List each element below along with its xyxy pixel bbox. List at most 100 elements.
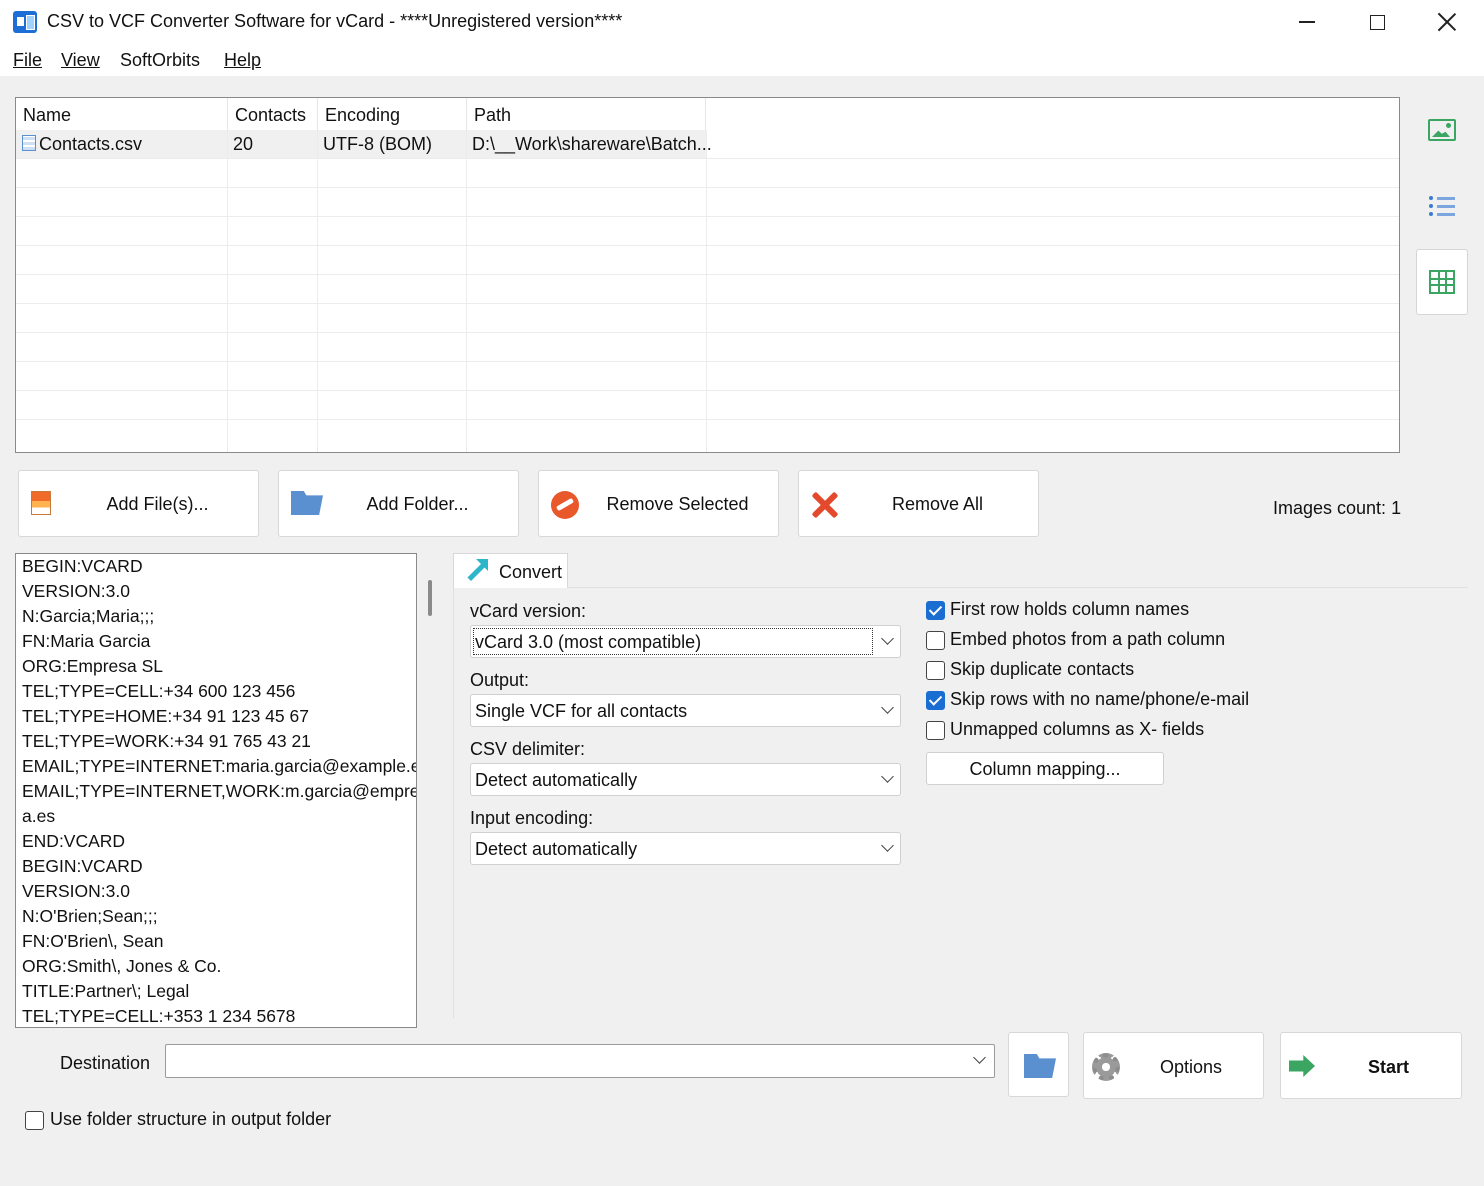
output-value: Single VCF for all contacts (475, 701, 688, 721)
preview-line: TEL;TYPE=CELL:+353 1 234 5678 (22, 1006, 296, 1026)
menu-bar: File View SoftOrbits Help (0, 44, 1484, 76)
vcard-version-select[interactable]: vCard 3.0 (most compatible) (470, 625, 901, 658)
column-header-name[interactable]: Name (16, 98, 228, 130)
remove-all-label: Remove All (891, 494, 984, 514)
tab-convert[interactable]: Convert (453, 553, 568, 588)
chevron-down-icon (881, 701, 894, 714)
table-view-icon (1429, 270, 1455, 294)
add-files-label: Add File(s)... (106, 494, 209, 514)
remove-all-button[interactable]: Remove All (798, 470, 1039, 537)
chevron-down-icon (881, 839, 894, 852)
column-header-path[interactable]: Path (467, 98, 706, 130)
grid-divider (16, 245, 1399, 246)
input-encoding-select[interactable]: Detect automatically (470, 832, 901, 865)
checkbox-unchecked[interactable] (926, 661, 945, 680)
grid-divider (317, 130, 318, 452)
gear-icon (1092, 1053, 1120, 1081)
preview-line: FN:Maria Garcia (22, 631, 151, 651)
preview-line: BEGIN:VCARD (22, 856, 143, 876)
preview-line: EMAIL;TYPE=INTERNET,WORK:m.garcia@empres (22, 781, 417, 801)
table-view-button[interactable] (1416, 249, 1468, 315)
file-list-header: Name Contacts Encoding Path (16, 98, 1399, 130)
vcard-preview[interactable]: BEGIN:VCARD VERSION:3.0 N:Garcia;Maria;;… (15, 553, 417, 1028)
input-encoding-label: Input encoding: (470, 808, 594, 828)
convert-icon (464, 559, 488, 583)
thumbnail-view-button[interactable] (1416, 97, 1468, 163)
preview-line: a.es (22, 806, 56, 826)
file-encoding: UTF-8 (BOM) (323, 134, 432, 154)
window-title: CSV to VCF Converter Software for vCard … (47, 11, 623, 31)
grid-divider (16, 158, 1399, 159)
list-view-button[interactable] (1416, 173, 1468, 239)
preview-line: FN:O'Brien\, Sean (22, 931, 164, 951)
grid-divider (16, 390, 1399, 391)
grid-divider (16, 187, 1399, 188)
checkbox-label: Use folder structure in output folder (50, 1109, 332, 1129)
preview-line: TEL;TYPE=WORK:+34 91 765 43 21 (22, 731, 311, 751)
menu-view-text: View (61, 50, 100, 70)
checkbox-unchecked[interactable] (926, 721, 945, 740)
checkbox-checked[interactable] (926, 691, 945, 710)
column-mapping-button[interactable]: Column mapping... (926, 752, 1164, 785)
grid-divider (16, 303, 1399, 304)
list-view-icon (1429, 195, 1455, 217)
preview-line: VERSION:3.0 (22, 881, 130, 901)
grid-divider (16, 216, 1399, 217)
start-label: Start (1368, 1057, 1410, 1077)
preview-line: BEGIN:VCARD (22, 556, 143, 576)
csv-delimiter-value: Detect automatically (475, 770, 638, 790)
destination-label: Destination (60, 1053, 151, 1073)
add-files-button[interactable]: Add File(s)... (18, 470, 259, 537)
checkbox-label: First row holds column names (950, 599, 1190, 619)
file-row[interactable]: Contacts.csv 20 UTF-8 (BOM) D:\__Work\sh… (16, 130, 712, 158)
remove-selected-button[interactable]: Remove Selected (538, 470, 779, 537)
file-name: Contacts.csv (39, 134, 143, 154)
preview-line: TITLE:Partner\; Legal (22, 981, 190, 1001)
maximize-icon (1369, 14, 1385, 30)
folder-open-icon (1024, 1054, 1056, 1078)
grid-divider (16, 332, 1399, 333)
grid-divider (706, 130, 707, 452)
file-list[interactable]: Name Contacts Encoding Path Contacts.csv… (15, 97, 1400, 453)
checkbox-label: Skip rows with no name/phone/e-mail (950, 689, 1250, 709)
close-button[interactable] (1412, 0, 1482, 44)
preview-line: ORG:Empresa SL (22, 656, 164, 676)
preview-line: VERSION:3.0 (22, 581, 130, 601)
checkbox-unchecked[interactable] (25, 1111, 44, 1130)
remove-selected-label: Remove Selected (606, 494, 749, 514)
destination-combobox[interactable] (165, 1044, 995, 1078)
csv-delimiter-select[interactable]: Detect automatically (470, 763, 901, 796)
close-icon (1438, 13, 1456, 31)
minimize-button[interactable] (1272, 0, 1342, 44)
chevron-down-icon[interactable] (973, 1051, 986, 1064)
options-label: Options (1160, 1057, 1223, 1077)
options-button[interactable]: Options (1083, 1032, 1264, 1099)
menu-help[interactable]: Help (224, 50, 261, 71)
start-arrow-icon (1289, 1055, 1315, 1077)
menu-softorbits[interactable]: SoftOrbits (120, 50, 200, 71)
start-button[interactable]: Start (1280, 1032, 1462, 1099)
add-folder-button[interactable]: Add Folder... (278, 470, 519, 537)
input-encoding-value: Detect automatically (475, 839, 638, 859)
menu-file[interactable]: File (13, 50, 42, 71)
browse-destination-button[interactable] (1008, 1032, 1069, 1097)
menu-view[interactable]: View (61, 50, 100, 71)
preview-line: EMAIL;TYPE=INTERNET:maria.garcia@example… (22, 756, 417, 776)
tab-convert-label: Convert (499, 562, 563, 582)
column-header-contacts[interactable]: Contacts (228, 98, 318, 130)
column-header-encoding[interactable]: Encoding (318, 98, 467, 130)
vcard-version-value: vCard 3.0 (most compatible) (475, 632, 702, 652)
grid-divider (466, 130, 467, 452)
checkbox-label: Unmapped columns as X- fields (950, 719, 1205, 739)
checkbox-checked[interactable] (926, 601, 945, 620)
add-folder-label: Add Folder... (366, 494, 469, 514)
preview-line: N:O'Brien;Sean;;; (22, 906, 158, 926)
preview-line: N:Garcia;Maria;;; (22, 606, 155, 626)
splitter-handle[interactable] (428, 580, 432, 616)
checkbox-unchecked[interactable] (926, 631, 945, 650)
title-bar: CSV to VCF Converter Software for vCard … (0, 0, 1484, 44)
checkbox-label: Skip duplicate contacts (950, 659, 1135, 679)
maximize-button[interactable] (1342, 0, 1412, 44)
output-select[interactable]: Single VCF for all contacts (470, 694, 901, 727)
grid-divider (16, 419, 1399, 420)
